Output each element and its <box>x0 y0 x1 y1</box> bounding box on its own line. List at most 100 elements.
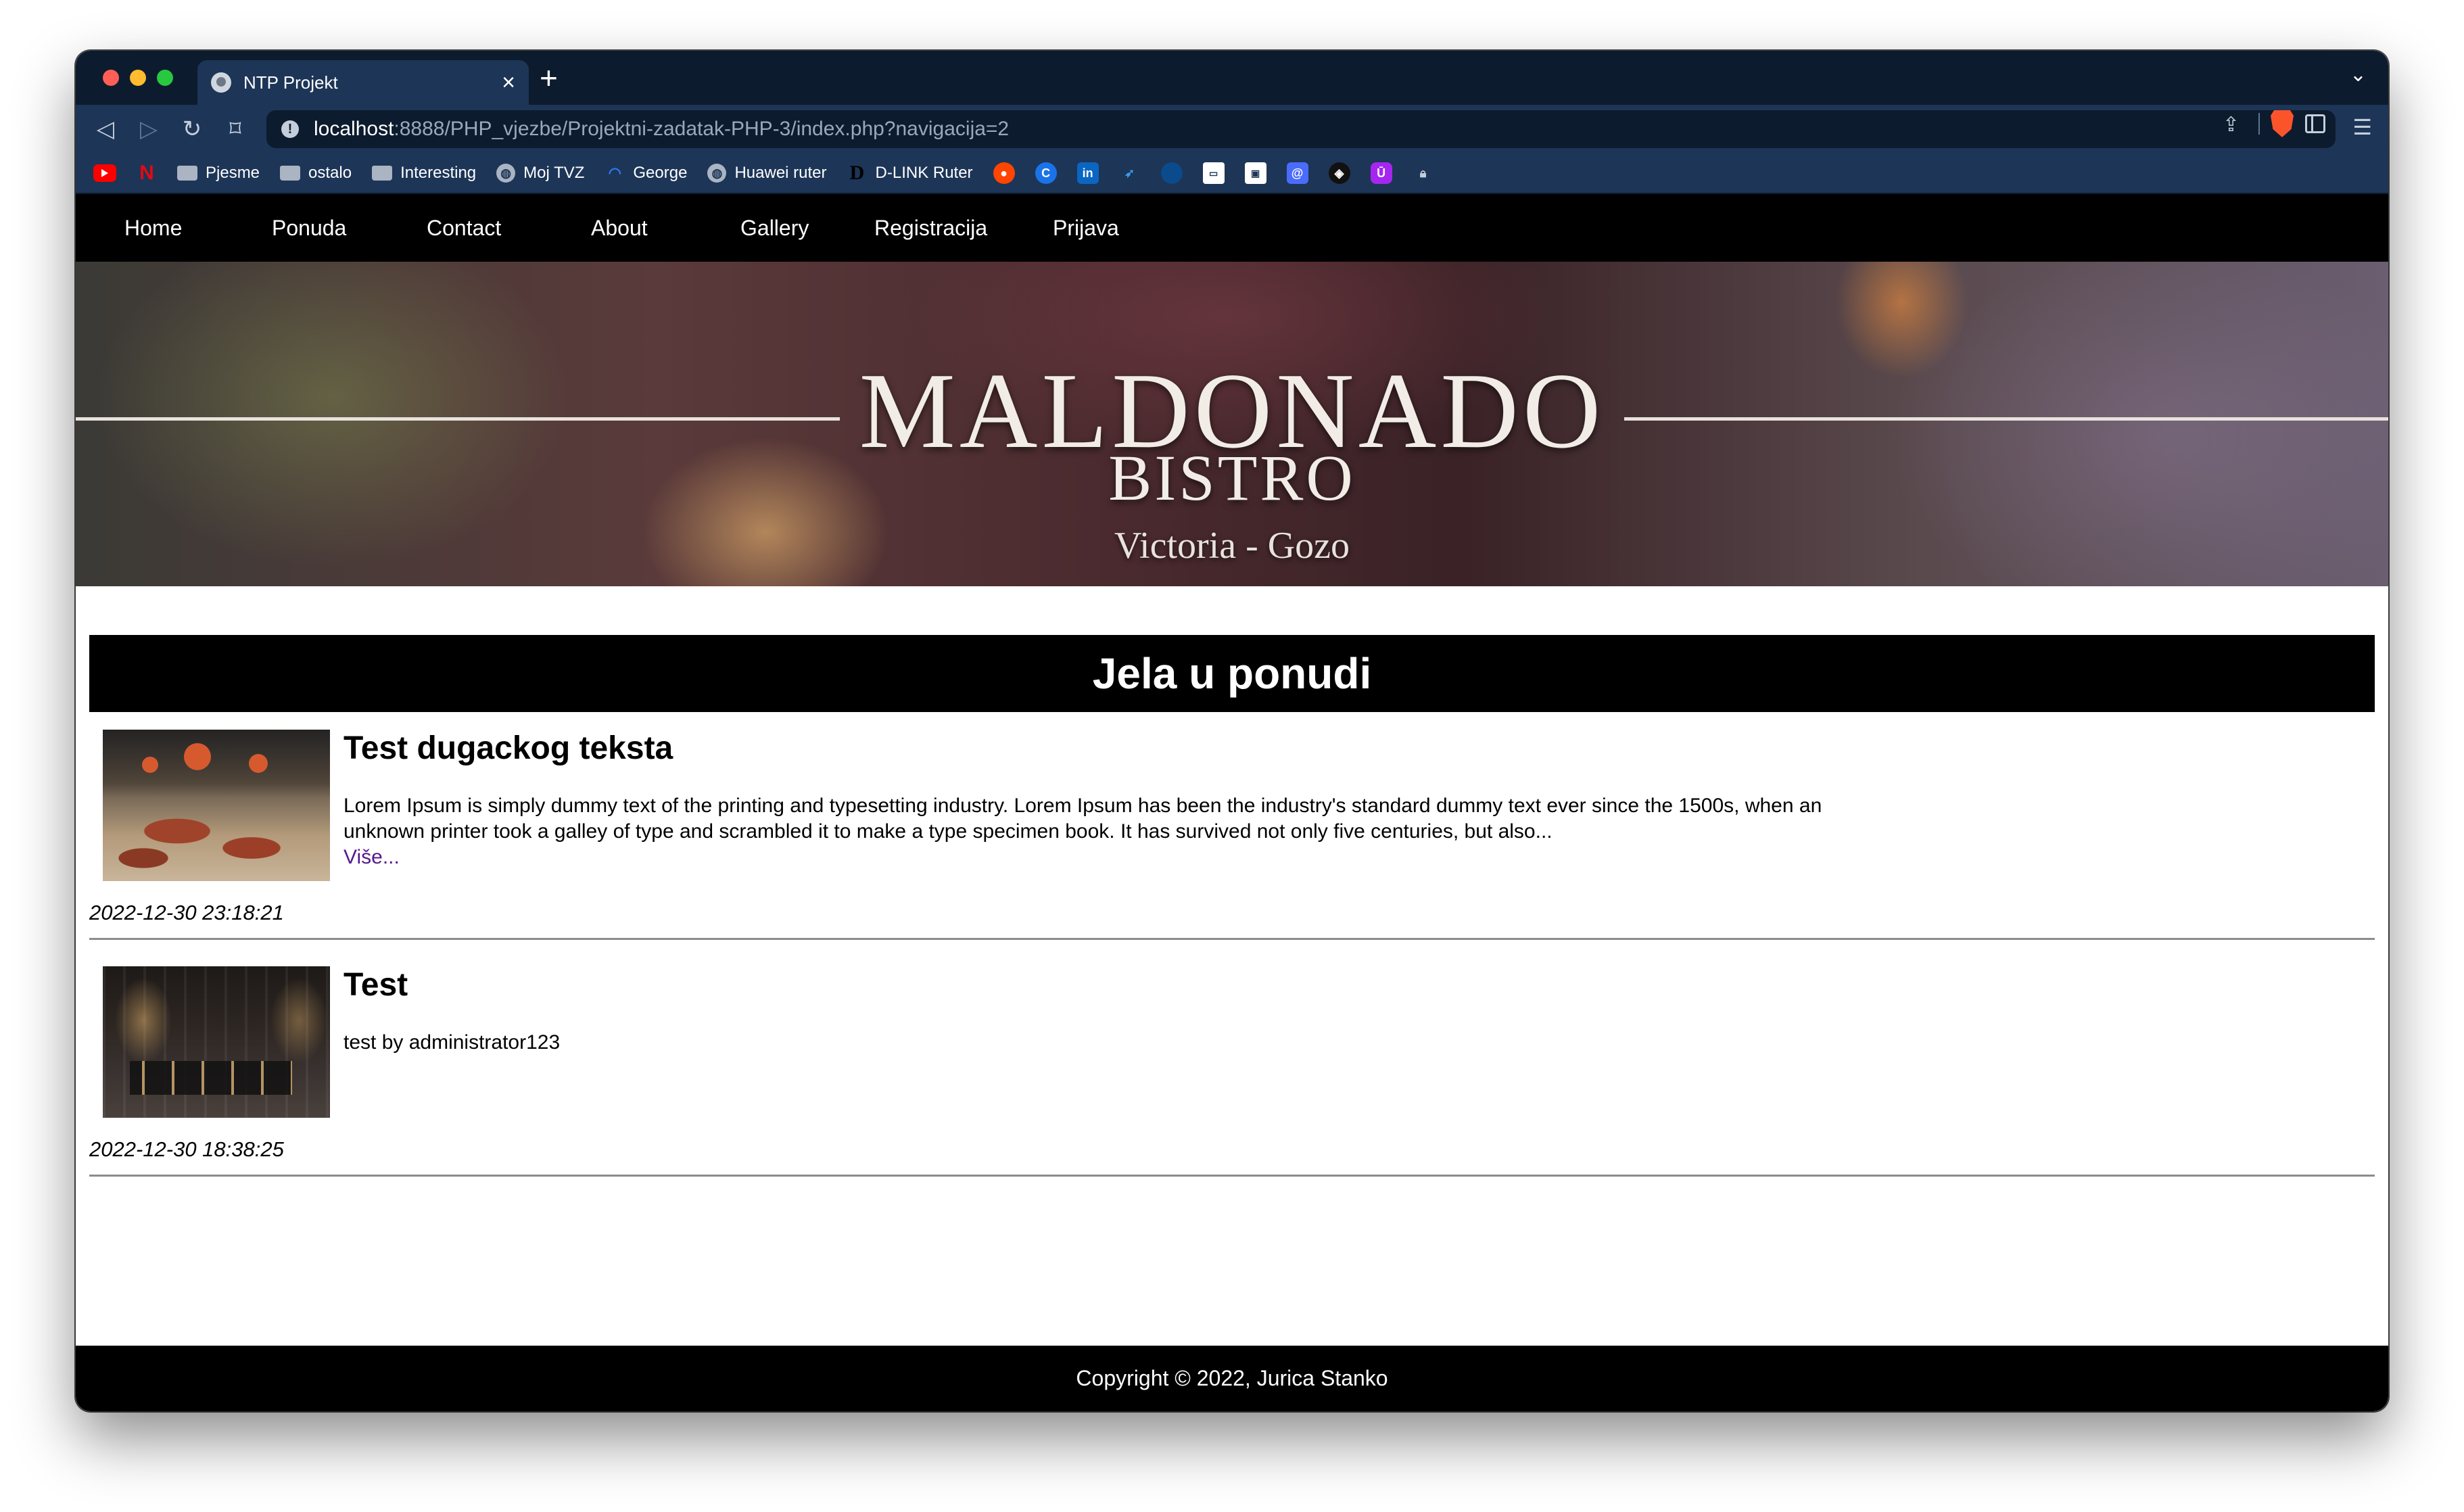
bookmark-label: ostalo <box>308 164 352 182</box>
menu-icon[interactable]: ☰ <box>2352 114 2372 140</box>
url-host: localhost <box>314 118 394 140</box>
bookmark-c[interactable]: C <box>1035 162 1057 184</box>
hero-banner: MALDONADO BISTRO Victoria - Gozo <box>76 262 2388 586</box>
bookmark-dark[interactable]: ◈ <box>1328 162 1350 184</box>
nav-registracija[interactable]: Registracija <box>874 194 987 262</box>
tv-icon: ▭ <box>1202 162 1225 184</box>
article-divider <box>89 1175 2375 1177</box>
tab-close-icon[interactable]: × <box>502 71 515 94</box>
bookmark-purple[interactable]: Ū <box>1370 162 1392 184</box>
bookmark-label: Pjesme <box>206 164 260 182</box>
globe-icon: ◍ <box>707 164 727 183</box>
netflix-icon: N <box>139 162 154 184</box>
bookmark-folder-interesting[interactable]: Interesting <box>372 164 476 183</box>
article-text: test by administrator123 <box>343 1031 561 1054</box>
reload-button[interactable]: ↻ <box>177 114 207 144</box>
linkedin-icon: in <box>1076 162 1099 184</box>
bookmark-blue[interactable] <box>1160 162 1183 184</box>
hero-subtitle: BISTRO <box>1108 442 1356 514</box>
bookmark-youtube[interactable] <box>93 164 116 182</box>
nav-about[interactable]: About <box>591 194 648 262</box>
browser-toolbar: ◁ ▷ ↻ ⌑ ! localhost:8888/PHP_vjezbe/Proj… <box>76 105 2388 153</box>
bookmark-folder-pjesme[interactable]: Pjesme <box>177 164 260 183</box>
george-icon: ◠ <box>608 164 621 181</box>
youtube-icon <box>93 164 116 182</box>
url-path: :8888/PHP_vjezbe/Projektni-zadatak-PHP-3… <box>394 118 1010 140</box>
bookmark-huawei[interactable]: ◍ Huawei ruter <box>707 164 827 183</box>
site-footer: Copyright © 2022, Jurica Stanko <box>76 1346 2388 1411</box>
lock-icon: 🔒︎ <box>1419 166 1427 180</box>
site-info-icon[interactable]: ! <box>281 120 299 138</box>
at-icon: @ <box>1286 162 1308 184</box>
browser-tab[interactable]: NTP Projekt × <box>197 60 529 105</box>
bookmark-lock[interactable]: 🔒︎ <box>1413 162 1434 184</box>
toolbar-divider <box>2258 113 2260 135</box>
nav-gallery[interactable]: Gallery <box>740 194 809 262</box>
bookmark-at[interactable]: @ <box>1286 162 1308 184</box>
article-item: Test test by administrator123 2022-12-30… <box>89 966 2375 1177</box>
bookmark-label: Moj TVZ <box>523 164 585 182</box>
read-more-link[interactable]: Više... <box>343 845 1899 870</box>
bookmark-label: D-LINK Ruter <box>875 164 973 182</box>
bookmark-label: George <box>633 164 688 182</box>
purple-icon: Ū <box>1370 162 1392 184</box>
sidebar-toggle-icon[interactable] <box>2305 114 2326 133</box>
dark-icon: ◈ <box>1328 162 1350 184</box>
address-bar[interactable]: ! localhost:8888/PHP_vjezbe/Projektni-za… <box>266 110 2336 148</box>
close-window-button[interactable] <box>103 70 119 86</box>
bookmark-folder-ostalo[interactable]: ostalo <box>280 164 352 183</box>
article-item: Test dugackog teksta Lorem Ipsum is simp… <box>89 730 2375 940</box>
bookmark-label: Huawei ruter <box>734 164 827 182</box>
article-date: 2022-12-30 23:18:21 <box>89 901 284 924</box>
bookmark-monitor[interactable]: ▣ <box>1244 162 1266 184</box>
bookmark-moj-tvz[interactable]: ◍ Moj TVZ <box>496 164 584 183</box>
bookmark-label: Interesting <box>400 164 477 182</box>
new-tab-button[interactable]: + <box>540 60 558 95</box>
nav-ponuda[interactable]: Ponuda <box>272 194 346 262</box>
tab-list-chevron-icon[interactable]: ⌄ <box>2350 63 2367 87</box>
bookmark-dlink[interactable]: D D-LINK Ruter <box>847 162 973 184</box>
minimize-window-button[interactable] <box>130 70 146 86</box>
bookmark-netflix[interactable]: N <box>137 162 157 184</box>
folder-icon <box>372 166 393 181</box>
hero-location: Victoria - Gozo <box>1114 525 1350 567</box>
nav-home[interactable]: Home <box>124 194 182 262</box>
article-image[interactable] <box>103 730 330 881</box>
bookmark-george[interactable]: ◠ George <box>605 164 688 183</box>
article-text: Lorem Ipsum is simply dummy text of the … <box>343 795 1822 843</box>
article-title: Test dugackog teksta <box>343 730 673 766</box>
zoom-window-button[interactable] <box>157 70 173 86</box>
bookmarks-bar: N Pjesme ostalo Interesting ◍ Moj TVZ ◠ Ge… <box>76 153 2388 194</box>
share-icon[interactable]: ⇪ <box>2223 113 2240 137</box>
folder-icon <box>177 166 197 181</box>
browser-window: NTP Projekt × + ⌄ ◁ ▷ ↻ ⌑ ! localhost:88… <box>76 51 2388 1411</box>
web-page: Home Ponuda Contact About Gallery Regist… <box>76 194 2388 1411</box>
article-image[interactable] <box>103 966 330 1118</box>
bookmark-bird[interactable]: ➶ <box>1119 162 1141 184</box>
bookmark-tv[interactable]: ▭ <box>1202 162 1225 184</box>
back-button[interactable]: ◁ <box>91 114 120 144</box>
bird-icon: ➶ <box>1124 166 1135 180</box>
bookmark-linkedin[interactable]: in <box>1076 162 1099 184</box>
nav-contact[interactable]: Contact <box>427 194 501 262</box>
c-icon: C <box>1035 162 1057 184</box>
blue-icon <box>1160 162 1183 184</box>
toolbar-right-icons: ☰ <box>2305 114 2372 140</box>
forward-button[interactable]: ▷ <box>134 114 164 144</box>
dlink-icon: D <box>849 162 865 184</box>
folder-icon <box>280 166 301 181</box>
globe-icon: ◍ <box>496 164 516 183</box>
tab-strip: NTP Projekt × + ⌄ <box>76 51 2388 105</box>
bookmark-reddit[interactable]: ● <box>993 162 1015 184</box>
nav-prijava[interactable]: Prijava <box>1053 194 1119 262</box>
reddit-icon: ● <box>993 162 1015 184</box>
monitor-icon: ▣ <box>1244 162 1266 184</box>
bookmark-button[interactable]: ⌑ <box>220 114 250 144</box>
article-text-block: Lorem Ipsum is simply dummy text of the … <box>343 793 1899 870</box>
tab-favicon-icon <box>211 72 231 93</box>
article-title: Test <box>343 967 408 1003</box>
tab-title: NTP Projekt <box>243 72 338 93</box>
article-date: 2022-12-30 18:38:25 <box>89 1137 284 1161</box>
site-nav: Home Ponuda Contact About Gallery Regist… <box>76 194 2388 262</box>
section-title: Jela u ponudi <box>89 635 2375 712</box>
